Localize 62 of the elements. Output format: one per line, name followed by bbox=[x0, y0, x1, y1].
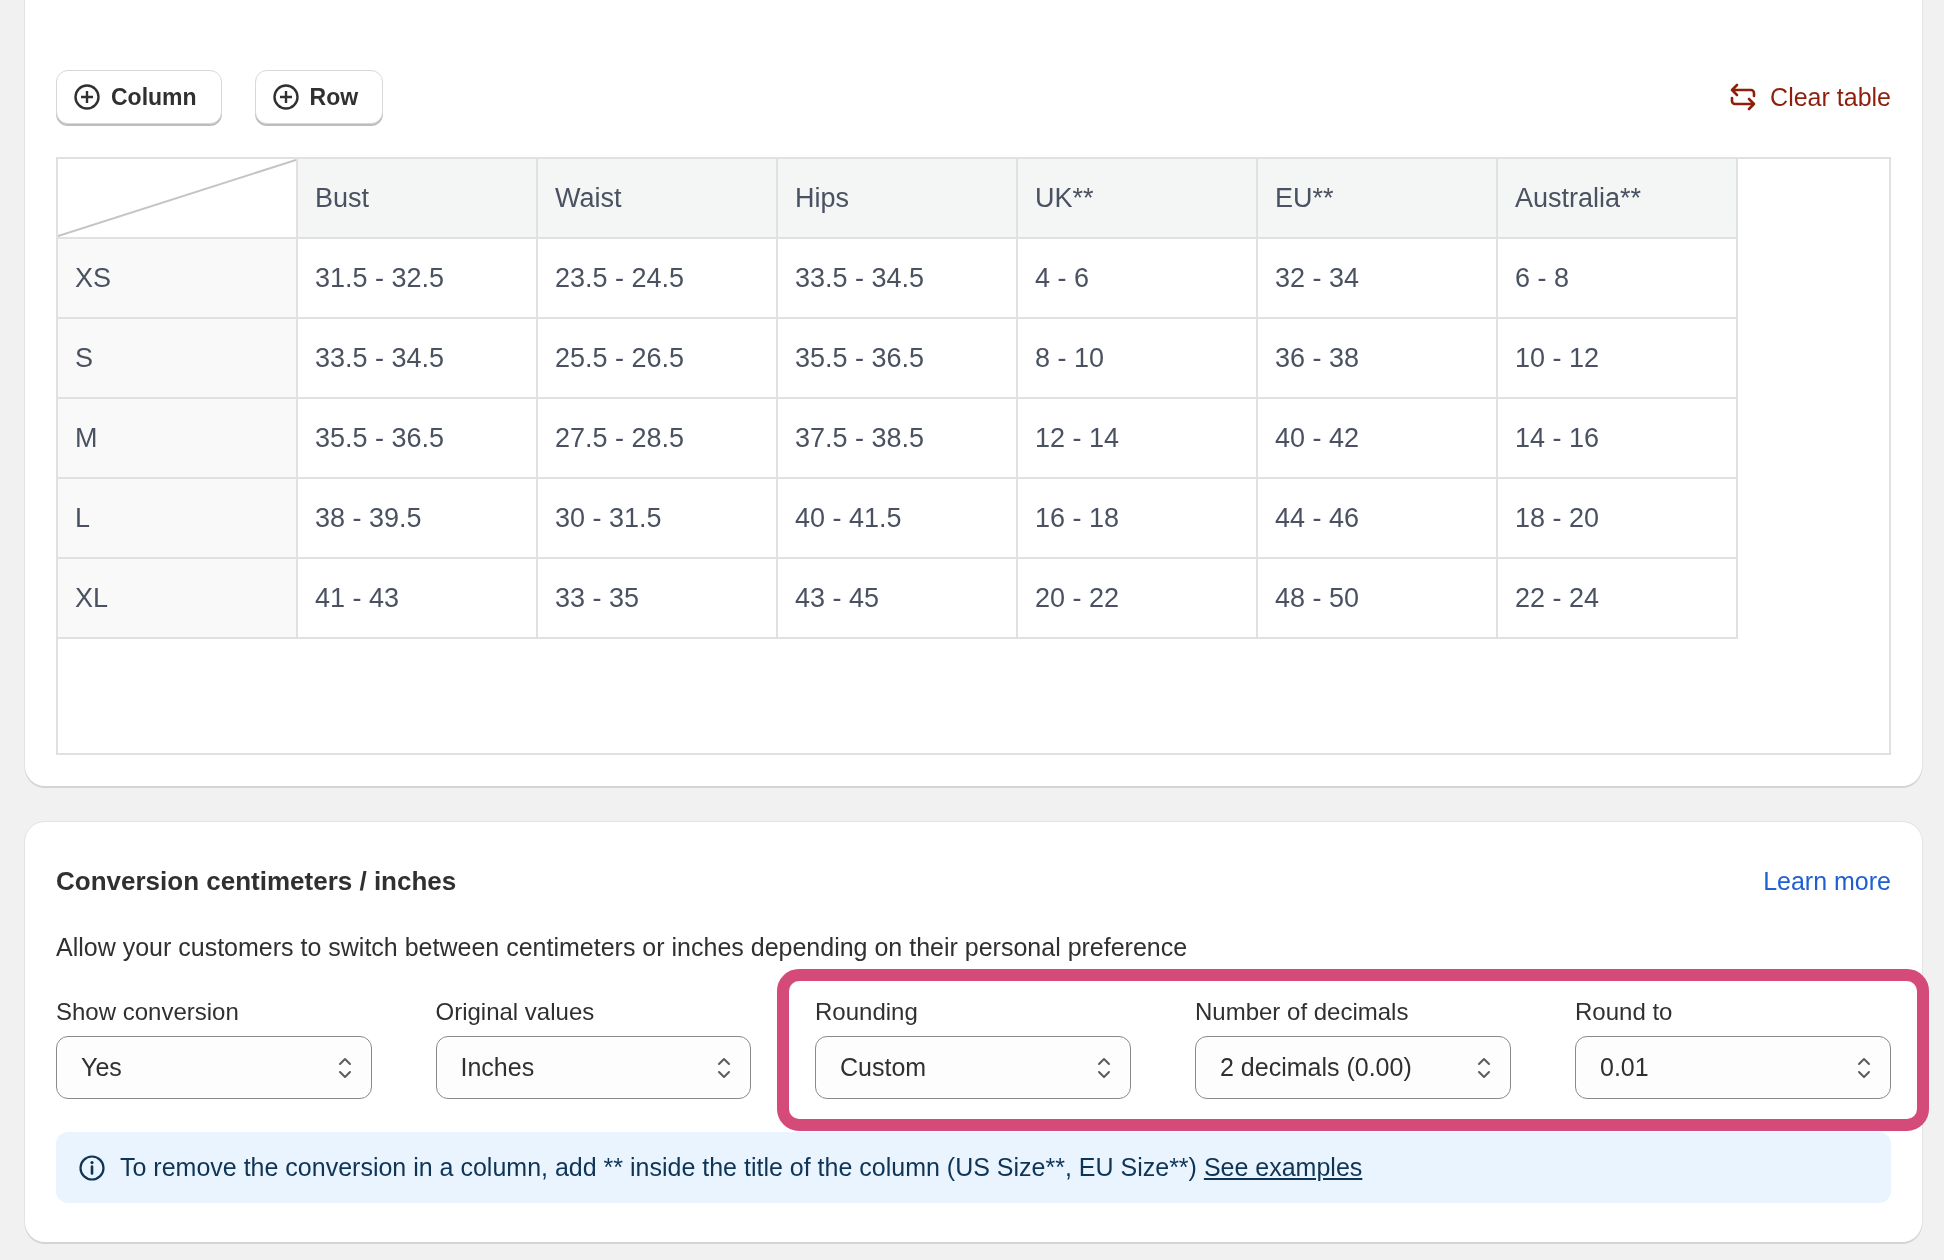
table-cell: 23.5 - 24.5 bbox=[538, 239, 778, 319]
column-header: UK** bbox=[1018, 159, 1258, 239]
select-field[interactable]: Custom bbox=[815, 1036, 1131, 1099]
field-label: Rounding bbox=[815, 998, 919, 1026]
table-cell: 33.5 - 34.5 bbox=[778, 239, 1018, 319]
field-label: Show conversion bbox=[56, 998, 240, 1026]
column-header: Waist bbox=[538, 159, 778, 239]
column-header: Bust bbox=[298, 159, 538, 239]
row-header: S bbox=[58, 319, 298, 399]
table-cell: 32 - 34 bbox=[1258, 239, 1498, 319]
table-cell: 38 - 39.5 bbox=[298, 479, 538, 559]
table-cell: 37.5 - 38.5 bbox=[778, 399, 1018, 479]
table-cell: 12 - 14 bbox=[1018, 399, 1258, 479]
table-cell: 44 - 46 bbox=[1258, 479, 1498, 559]
table-cell: 35.5 - 36.5 bbox=[778, 319, 1018, 399]
table-cell: 33 - 35 bbox=[538, 559, 778, 639]
field-label: Original values bbox=[435, 998, 596, 1026]
plus-circle-icon bbox=[73, 83, 101, 111]
table-cell: 35.5 - 36.5 bbox=[298, 399, 538, 479]
section-title: Conversion centimeters / inches bbox=[56, 866, 457, 897]
row-header: XS bbox=[58, 239, 298, 319]
info-text: To remove the conversion in a column, add ** inside the title of the column (US Size**, EU Size**) See examples bbox=[120, 1153, 1363, 1182]
table-cell: 8 - 10 bbox=[1018, 319, 1258, 399]
add-button[interactable]: Row bbox=[254, 70, 384, 124]
table-cell: 40 - 41.5 bbox=[778, 479, 1018, 559]
column-header: EU** bbox=[1258, 159, 1498, 239]
column-header: Hips bbox=[778, 159, 1018, 239]
select-field[interactable]: 0.01 bbox=[1575, 1036, 1891, 1099]
table-cell: 36 - 38 bbox=[1258, 319, 1498, 399]
info-icon bbox=[78, 1153, 106, 1182]
table-cell: 33.5 - 34.5 bbox=[298, 319, 538, 399]
table-cell: 31.5 - 32.5 bbox=[298, 239, 538, 319]
table-cell: 40 - 42 bbox=[1258, 399, 1498, 479]
see-examples-link[interactable]: See examples bbox=[1203, 1153, 1363, 1181]
table-cell: 10 - 12 bbox=[1498, 319, 1738, 399]
table-cell: 48 - 50 bbox=[1258, 559, 1498, 639]
select-field[interactable]: 2 decimals (0.00) bbox=[1195, 1036, 1511, 1099]
table-cell: 18 - 20 bbox=[1498, 479, 1738, 559]
table-cell: 22 - 24 bbox=[1498, 559, 1738, 639]
select-field[interactable]: Yes bbox=[56, 1036, 372, 1099]
row-header: M bbox=[58, 399, 298, 479]
table-cell: 27.5 - 28.5 bbox=[538, 399, 778, 479]
table-cell: 43 - 45 bbox=[778, 559, 1018, 639]
table-cell: 25.5 - 26.5 bbox=[538, 319, 778, 399]
clear-table-link[interactable]: Clear table bbox=[1728, 82, 1891, 112]
table-cell: 16 - 18 bbox=[1018, 479, 1258, 559]
table-cell: 41 - 43 bbox=[298, 559, 538, 639]
table-cell: 30 - 31.5 bbox=[538, 479, 778, 559]
table-cell: 20 - 22 bbox=[1018, 559, 1258, 639]
row-header: L bbox=[58, 479, 298, 559]
plus-circle-icon bbox=[271, 83, 300, 111]
table-cell: 14 - 16 bbox=[1498, 399, 1738, 479]
field-label: Round to bbox=[1575, 998, 1674, 1026]
select-field[interactable]: Inches bbox=[435, 1036, 751, 1099]
field-label: Number of decimals bbox=[1195, 998, 1410, 1026]
column-header: Australia** bbox=[1498, 159, 1738, 239]
row-header: XL bbox=[58, 559, 298, 639]
table-cell: 6 - 8 bbox=[1498, 239, 1738, 319]
learn-more-link[interactable]: Learn more bbox=[1763, 867, 1891, 896]
section-description: Allow your customers to switch between centimeters or inches depending on their personal preference bbox=[56, 933, 1189, 962]
add-button[interactable]: Column bbox=[56, 70, 222, 124]
table-cell: 4 - 6 bbox=[1018, 239, 1258, 319]
